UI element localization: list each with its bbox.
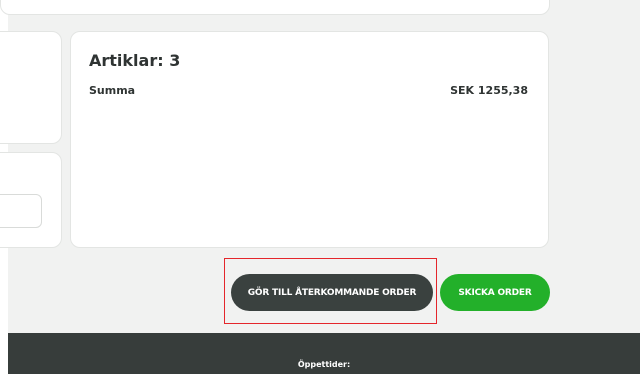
left-info-card [0,31,62,144]
top-card [0,0,550,15]
checkout-page: Artiklar: 3 Summa SEK 1255,38 GÖR TILL Å… [0,0,640,374]
item-count-title: Artiklar: 3 [89,51,181,70]
opening-hours-label: Öppettider: [297,360,351,369]
text-field[interactable] [0,194,42,228]
order-summary-card: Artiklar: 3 Summa SEK 1255,38 [70,31,549,248]
total-label: Summa [89,84,136,97]
highlight-box [224,258,437,324]
total-value: SEK 1255,38 [450,84,528,97]
send-order-button[interactable]: SKICKA ORDER [440,274,550,311]
footer: Öppettider: [8,333,640,374]
